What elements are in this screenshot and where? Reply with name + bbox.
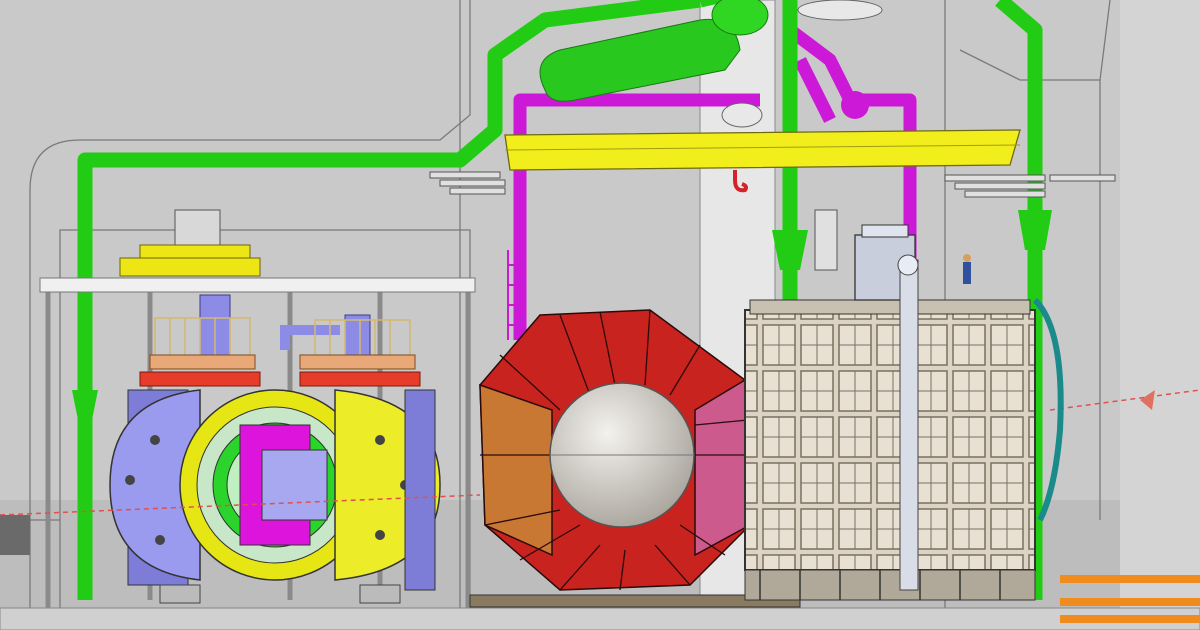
orange-platform — [299, 354, 416, 370]
cryo-transfer-pipe — [899, 259, 919, 591]
orange-beam-pipe — [1060, 575, 1200, 623]
red-beam — [299, 371, 421, 387]
vent-stack — [814, 209, 838, 271]
blue-support-column — [344, 314, 371, 356]
frame-top-beam — [39, 277, 476, 293]
magenta-pipe-joint — [841, 91, 869, 119]
cad-detector-hall-diagram — [0, 0, 1200, 630]
green-duct-end — [711, 0, 769, 36]
left-beam-port — [0, 515, 30, 555]
overhead-crane — [504, 129, 1021, 171]
worker-figure — [963, 254, 971, 284]
red-beam — [139, 371, 261, 387]
vent-fan — [797, 0, 883, 21]
orange-platform — [149, 354, 256, 370]
pink-calorimeter-segments — [694, 378, 751, 557]
floor — [0, 607, 1200, 630]
detector-module-grid — [744, 299, 1036, 601]
right-wall — [1120, 0, 1200, 630]
